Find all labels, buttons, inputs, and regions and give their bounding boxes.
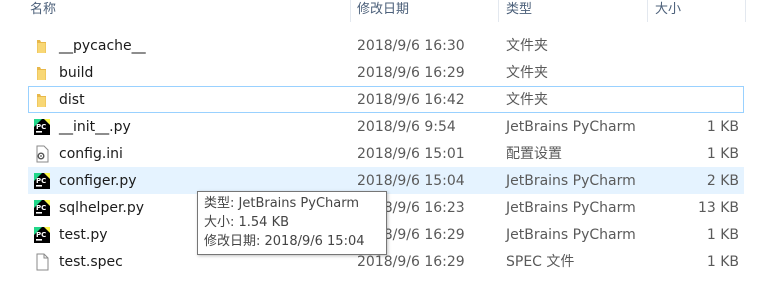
blank-file-icon xyxy=(33,253,51,271)
column-header-bar: 名称 修改日期 类型 大小 xyxy=(0,0,780,22)
column-header-date[interactable]: 修改日期 xyxy=(357,0,409,22)
pycharm-file-icon: PC xyxy=(33,226,51,244)
svg-text:PC: PC xyxy=(36,177,46,185)
pycharm-file-icon: PC xyxy=(33,172,51,190)
tooltip-modified: 修改日期: 2018/9/6 15:04 xyxy=(204,234,365,249)
file-modified-date: 2018/9/6 16:29 xyxy=(357,65,465,81)
file-modified-date: 2018/9/6 9:54 xyxy=(357,119,456,135)
pycharm-file-icon: PC xyxy=(33,118,51,136)
file-modified-date: 2018/9/6 15:01 xyxy=(357,146,465,162)
column-header-size[interactable]: 大小 xyxy=(655,0,681,22)
file-size: 1 KB xyxy=(706,227,739,243)
file-modified-date: 2018/9/6 16:42 xyxy=(357,92,465,108)
file-name: test.spec xyxy=(59,254,123,270)
file-type: JetBrains PyCharm xyxy=(506,119,636,135)
tooltip-type: 类型: JetBrains PyCharm xyxy=(204,196,360,211)
file-row[interactable]: config.ini 2018/9/6 15:01 配置设置 1 KB xyxy=(28,140,744,167)
tooltip-size: 大小: 1.54 KB xyxy=(204,215,290,230)
file-row[interactable]: __pycache__ 2018/9/6 16:30 文件夹 xyxy=(28,32,744,59)
file-size: 2 KB xyxy=(706,173,739,189)
file-type: JetBrains PyCharm xyxy=(506,227,636,243)
pycharm-file-icon: PC xyxy=(33,199,51,217)
file-name: config.ini xyxy=(59,146,123,162)
folder-icon xyxy=(33,37,51,55)
file-type: JetBrains PyCharm xyxy=(506,200,636,216)
file-row[interactable]: PC configer.py 2018/9/6 15:04 JetBrains PyC… xyxy=(28,167,744,194)
svg-text:PC: PC xyxy=(36,204,46,212)
svg-text:PC: PC xyxy=(36,123,46,131)
file-name: __init__.py xyxy=(59,119,131,135)
file-name: configer.py xyxy=(59,173,137,189)
svg-text:PC: PC xyxy=(36,231,46,239)
file-type: 文件夹 xyxy=(506,38,548,54)
file-modified-date: 2018/9/6 16:30 xyxy=(357,38,465,54)
file-name: build xyxy=(59,65,94,81)
file-name: dist xyxy=(59,92,85,108)
file-type: 配置设置 xyxy=(506,146,562,162)
column-divider[interactable] xyxy=(745,0,746,22)
file-row[interactable]: dist 2018/9/6 16:42 文件夹 xyxy=(28,86,744,113)
folder-icon xyxy=(33,64,51,82)
file-info-tooltip: 类型: JetBrains PyCharm 大小: 1.54 KB 修改日期: … xyxy=(197,191,387,255)
file-name: __pycache__ xyxy=(59,38,146,54)
file-type: 文件夹 xyxy=(506,65,548,81)
folder-icon xyxy=(33,91,51,109)
file-size: 1 KB xyxy=(706,254,739,270)
file-row[interactable]: build 2018/9/6 16:29 文件夹 xyxy=(28,59,744,86)
file-name: test.py xyxy=(59,227,108,243)
file-name: sqlhelper.py xyxy=(59,200,145,216)
file-size: 1 KB xyxy=(706,119,739,135)
file-size: 1 KB xyxy=(706,146,739,162)
file-type: 文件夹 xyxy=(506,92,548,108)
column-divider[interactable] xyxy=(647,0,648,22)
column-divider[interactable] xyxy=(498,0,499,22)
column-divider[interactable] xyxy=(350,0,351,22)
file-type: JetBrains PyCharm xyxy=(506,173,636,189)
file-row[interactable]: PC __init__.py 2018/9/6 9:54 JetBrains PyCh… xyxy=(28,113,744,140)
config-file-icon xyxy=(33,145,51,163)
column-header-type[interactable]: 类型 xyxy=(506,0,532,22)
file-type: SPEC 文件 xyxy=(506,254,575,270)
column-header-name[interactable]: 名称 xyxy=(30,0,56,22)
file-size: 13 KB xyxy=(697,200,739,216)
